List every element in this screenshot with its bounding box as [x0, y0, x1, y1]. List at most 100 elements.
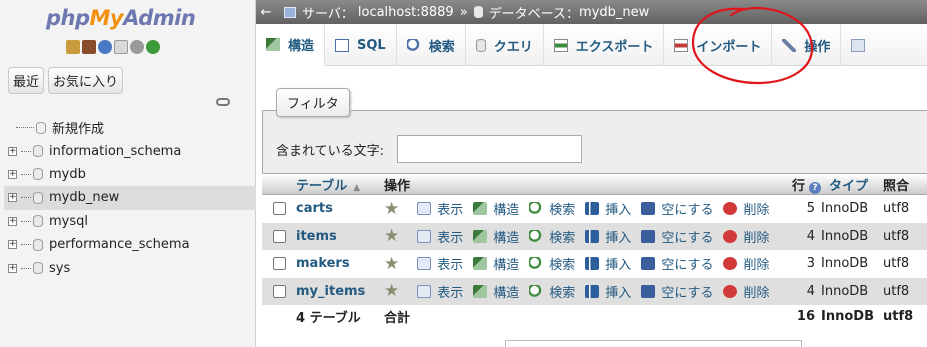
link-with-main-panel-icon[interactable] [216, 98, 230, 106]
expand-icon[interactable]: + [8, 263, 17, 273]
structure-icon [473, 229, 488, 243]
browse-icon [417, 257, 432, 271]
tab-operations[interactable]: 操作 [772, 24, 842, 66]
search-action[interactable]: 検索 [529, 199, 575, 218]
tab-sql[interactable]: SQL [325, 24, 397, 66]
expand-icon[interactable]: + [8, 216, 17, 226]
table-name-link[interactable]: my_items [296, 284, 384, 299]
insert-action[interactable]: 挿入 [585, 199, 631, 218]
browse-action[interactable]: 表示 [417, 254, 463, 273]
tree-item-db[interactable]: + mydb [4, 163, 256, 186]
search-action[interactable]: 検索 [529, 282, 575, 301]
phpmyadmin-logo[interactable]: phpMyAdmin [46, 6, 196, 30]
tab-import[interactable]: インポート [664, 24, 773, 66]
sql-icon [335, 38, 350, 52]
expand-icon[interactable]: + [8, 240, 17, 250]
logout-icon[interactable] [82, 40, 96, 54]
tree-item-db[interactable]: + performance_schema [4, 233, 256, 256]
header-rows[interactable]: 行? [791, 175, 821, 194]
new-database-icon [36, 121, 46, 134]
drop-action[interactable]: 削除 [723, 227, 769, 246]
tree-item-db[interactable]: + information_schema [4, 139, 256, 162]
header-collation[interactable]: 照合 [883, 175, 927, 194]
breadcrumb-server-link[interactable]: localhost:8889 [358, 5, 454, 20]
insert-action[interactable]: 挿入 [585, 254, 631, 273]
tab-structure[interactable]: 構造 [256, 24, 326, 66]
row-checkbox[interactable] [272, 229, 286, 243]
action-label: 表示 [437, 203, 464, 219]
favorite-star-icon[interactable]: ★ [384, 226, 399, 246]
structure-action[interactable]: 構造 [473, 254, 519, 273]
bulk-action-select[interactable] [505, 340, 802, 347]
favorites-button[interactable]: お気に入り [48, 67, 124, 94]
help-icon[interactable]: ? [809, 181, 821, 194]
action-label: 構造 [493, 258, 520, 274]
insert-icon [585, 229, 600, 243]
table-header-row: テーブル ▲ 操作 行? タイプ 照合 [262, 174, 927, 195]
expand-icon[interactable]: + [8, 169, 17, 179]
tab-more[interactable] [841, 24, 873, 66]
empty-action[interactable]: 空にする [641, 199, 713, 218]
tree-item-db[interactable]: + sys [4, 256, 256, 279]
tab-export[interactable]: エクスポート [544, 24, 665, 66]
browse-action[interactable]: 表示 [417, 282, 463, 301]
docs-icon[interactable] [114, 40, 128, 54]
header-table[interactable]: テーブル ▲ [296, 175, 384, 194]
row-count: 3 [806, 256, 815, 272]
action-label: 検索 [549, 203, 576, 219]
row-checkbox[interactable] [272, 257, 286, 271]
drop-action[interactable]: 削除 [723, 254, 769, 273]
empty-action[interactable]: 空にする [641, 254, 713, 273]
empty-action[interactable]: 空にする [641, 282, 713, 301]
row-checkbox[interactable] [272, 202, 286, 216]
database-icon [33, 145, 43, 158]
favorite-star-icon[interactable]: ★ [384, 254, 399, 274]
table-name-link[interactable]: makers [296, 256, 384, 271]
structure-action[interactable]: 構造 [473, 227, 519, 246]
tab-query[interactable]: クエリ [466, 24, 544, 66]
expand-icon[interactable]: + [8, 193, 17, 203]
tab-label: 操作 [804, 39, 831, 55]
tree-item-label: information_schema [49, 143, 182, 159]
expand-icon[interactable]: + [8, 146, 17, 156]
search-icon [406, 38, 421, 52]
tree-item-db[interactable]: + mysql [4, 210, 256, 233]
search-action[interactable]: 検索 [529, 254, 575, 273]
help-icon[interactable] [98, 40, 112, 54]
table-name-link[interactable]: items [296, 229, 384, 244]
insert-action[interactable]: 挿入 [585, 227, 631, 246]
collapse-sidebar-icon[interactable]: ← [258, 5, 274, 20]
filter-input[interactable] [397, 135, 582, 163]
tree-connector [21, 197, 31, 199]
search-action[interactable]: 検索 [529, 227, 575, 246]
recent-button[interactable]: 最近 [8, 67, 45, 94]
structure-icon [473, 202, 488, 216]
header-type[interactable]: タイプ [821, 175, 883, 194]
breadcrumb-db-link[interactable]: mydb_new [579, 5, 649, 20]
table-row: items ★ 表示 構造 検索 挿入 空にする 削除 4 InnoDB utf… [262, 222, 927, 250]
home-icon[interactable] [66, 40, 80, 54]
favorite-star-icon[interactable]: ★ [384, 199, 399, 219]
table-name-link[interactable]: carts [296, 201, 384, 216]
structure-action[interactable]: 構造 [473, 282, 519, 301]
drop-action[interactable]: 削除 [723, 199, 769, 218]
sort-asc-icon: ▲ [353, 182, 361, 193]
tree-item-db-selected[interactable]: + mydb_new [4, 186, 256, 210]
reload-icon[interactable] [146, 40, 160, 54]
tab-search[interactable]: 検索 [397, 24, 466, 66]
tab-label: 検索 [428, 39, 455, 55]
header-action: 操作 [384, 178, 411, 194]
breadcrumb-server-label: サーバ： [302, 6, 354, 22]
tree-item-new[interactable]: 新規作成 [4, 116, 256, 139]
tree-connector [21, 150, 31, 152]
favorite-star-icon[interactable]: ★ [384, 281, 399, 301]
browse-action[interactable]: 表示 [417, 199, 463, 218]
structure-action[interactable]: 構造 [473, 199, 519, 218]
row-checkbox[interactable] [272, 284, 286, 298]
browse-action[interactable]: 表示 [417, 227, 463, 246]
drop-action[interactable]: 削除 [723, 282, 769, 301]
empty-action[interactable]: 空にする [641, 227, 713, 246]
empty-table-icon [641, 257, 656, 271]
insert-action[interactable]: 挿入 [585, 282, 631, 301]
settings-icon[interactable] [130, 40, 144, 54]
